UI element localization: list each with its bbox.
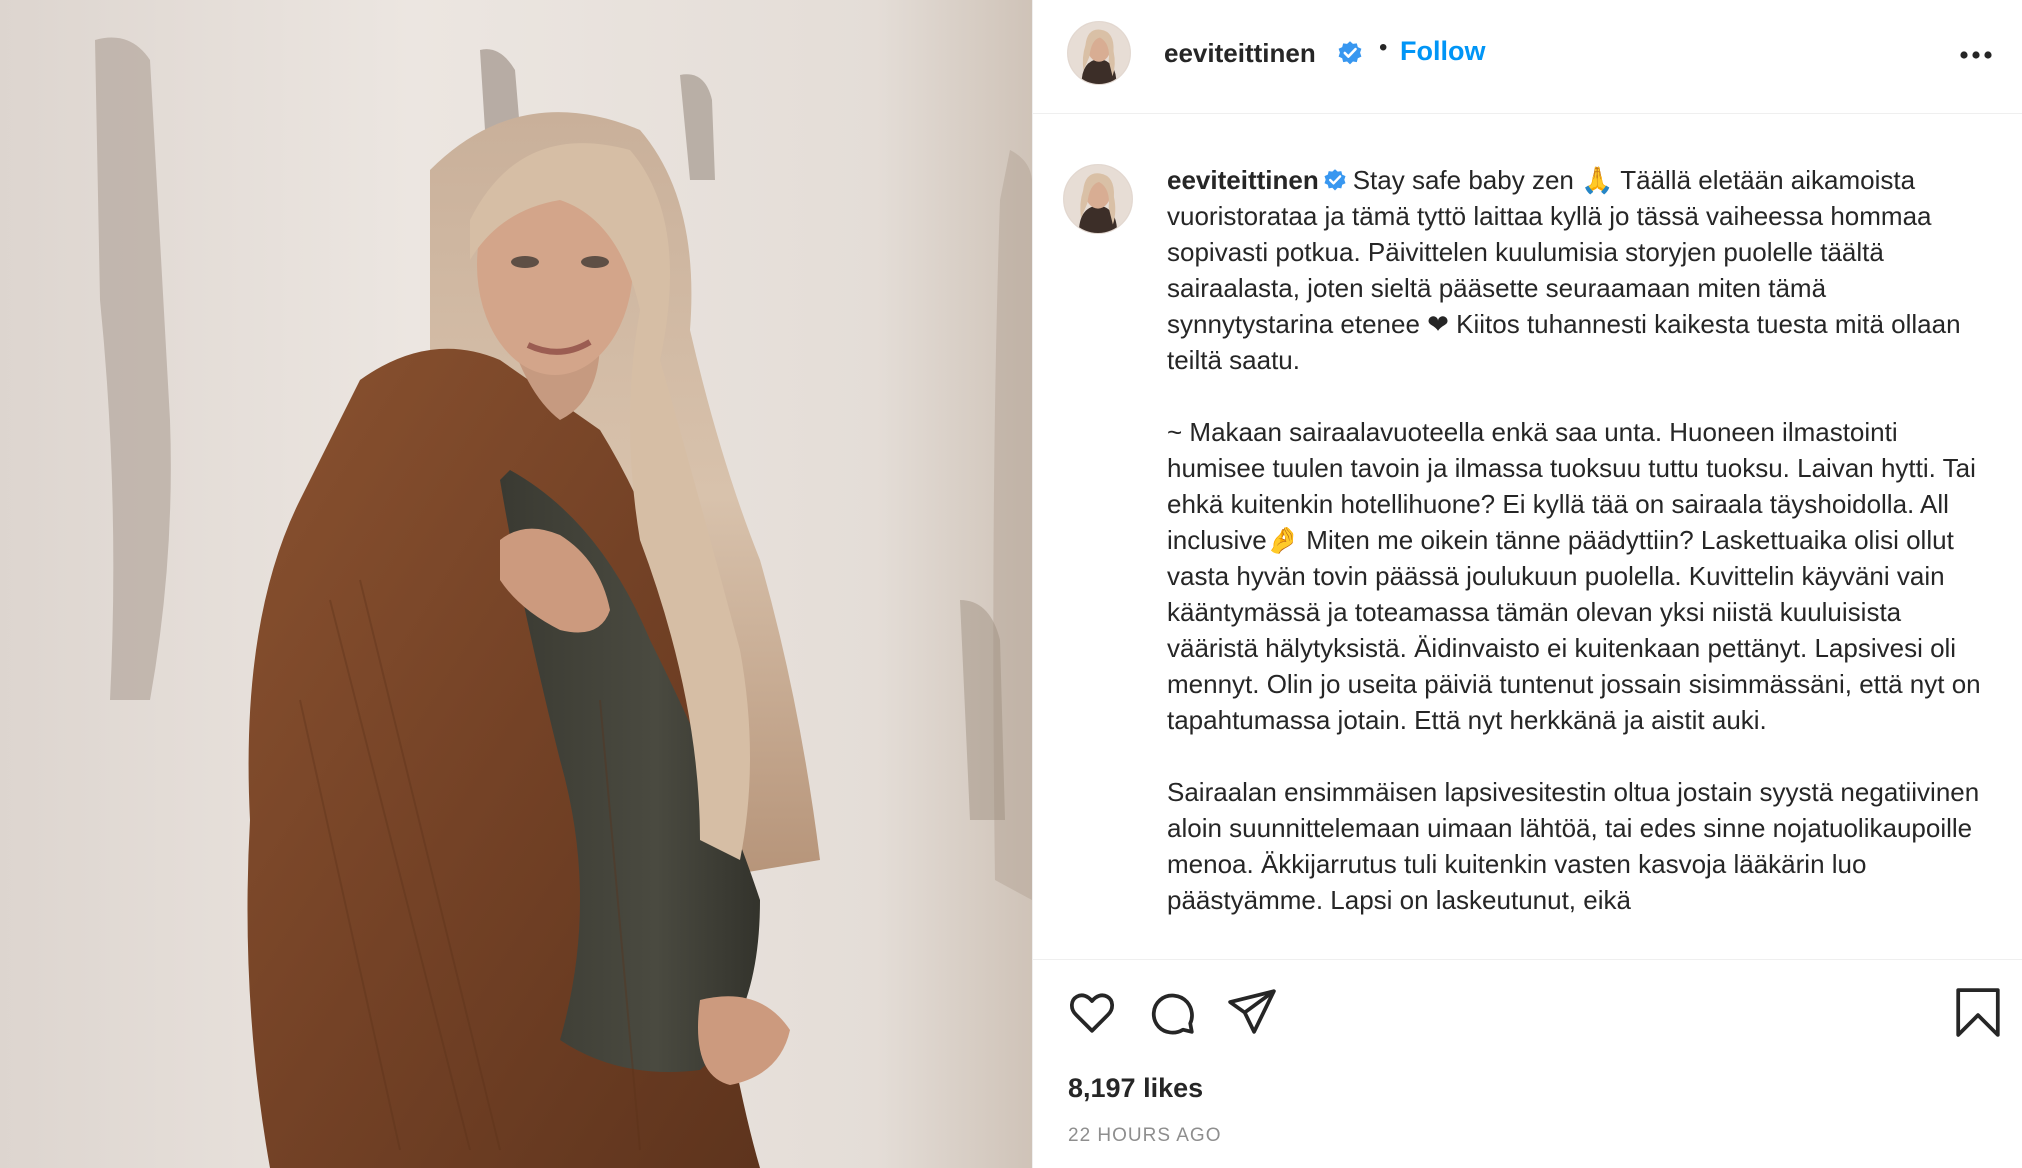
caption-section: eeviteittinen Stay safe baby zen 🙏 Täällä… [1033,114,2022,960]
post-photo[interactable] [0,0,1032,1168]
post-timestamp[interactable]: 22 HOURS AGO [1068,1125,1222,1147]
separator-dot: • [1379,34,1388,61]
caption-paragraph-3: Sairaalan ensimmäisen lapsivesitestin ol… [1167,777,1980,915]
username[interactable]: eeviteittinen [1164,38,1316,69]
verified-badge-icon [1338,41,1362,65]
caption-paragraph-1: eeviteittinen Stay safe baby zen 🙏 Täällä… [1167,162,1987,378]
follow-button[interactable]: Follow [1400,36,1485,67]
comment-icon[interactable] [1147,987,1197,1037]
caption-text: eeviteittinen Stay safe baby zen 🙏 Täällä… [1167,162,1987,954]
caption-avatar[interactable] [1063,164,1133,234]
post-sidebar: eeviteittinen • Follow eeviteittinen Stay… [1032,0,2022,1168]
post-photo-image [0,0,1032,1168]
post-header: eeviteittinen • Follow [1033,0,2022,114]
likes-count[interactable]: 8,197 likes [1068,1073,1203,1104]
avatar[interactable] [1067,21,1131,85]
caption-avatar-image [1064,165,1132,233]
bookmark-icon[interactable] [1953,987,2003,1037]
paper-plane-icon[interactable] [1227,987,1277,1037]
avatar-image [1068,22,1130,84]
caption-verified-badge-icon [1324,169,1346,191]
caption-body-1: Stay safe baby zen 🙏 Täällä eletään aika… [1167,165,1961,375]
caption-paragraph-2: ~ Makaan sairaalavuoteella enkä saa unta… [1167,417,1981,735]
caption-username[interactable]: eeviteittinen [1167,165,1319,195]
action-bar [1033,960,2022,1060]
more-options-icon[interactable] [1959,50,1993,60]
heart-icon[interactable] [1067,987,1117,1037]
